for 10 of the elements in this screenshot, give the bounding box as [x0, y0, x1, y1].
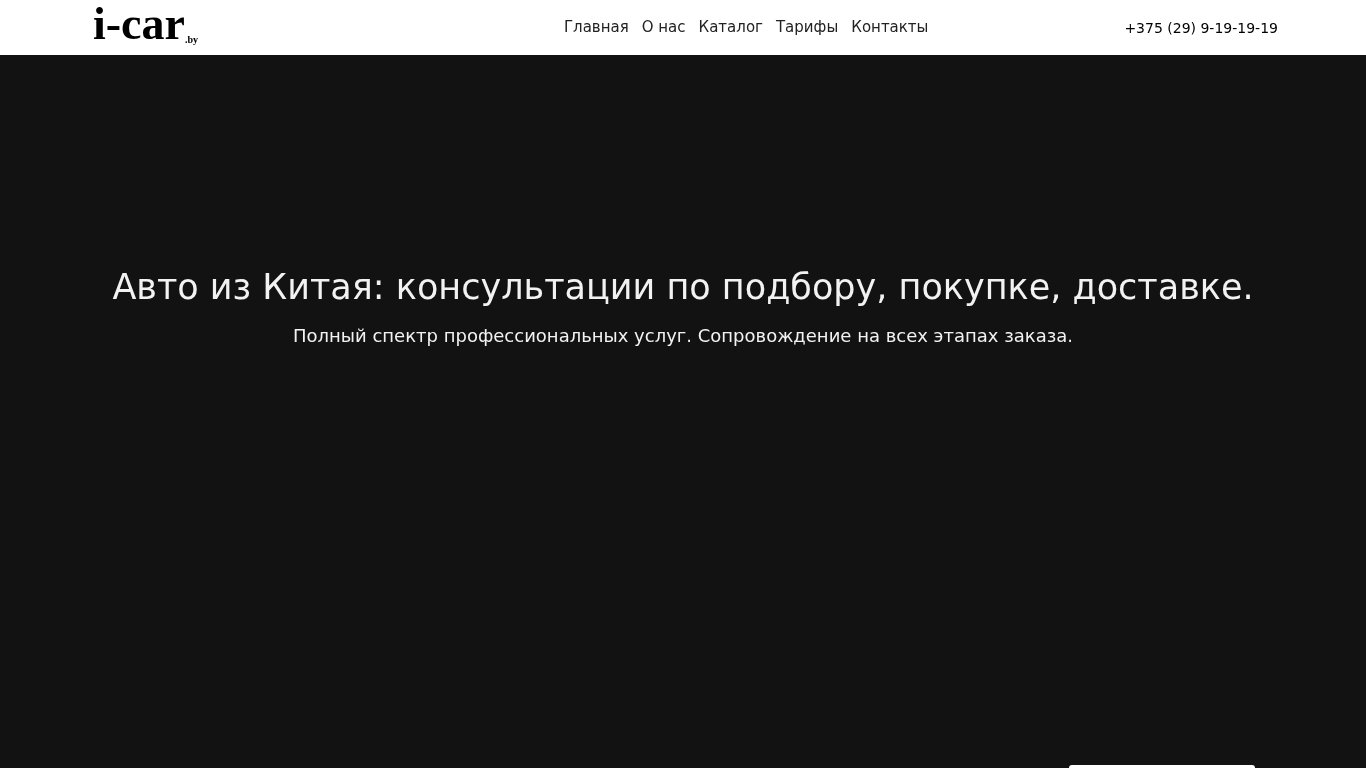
phone-link[interactable]: +375 (29) 9-19-19-19: [1124, 18, 1278, 39]
button[interactable]: [1069, 765, 1255, 768]
nav-link[interactable]: Контакты: [851, 16, 929, 39]
hero-subtitle: Полный спектр профессиональных услуг. Сопровождение на всех этапах заказа.: [293, 323, 1073, 348]
hero-title: Авто из Китая: консультации по подбору, покупке, доставке.: [112, 266, 1254, 309]
nav-link[interactable]: Каталог: [698, 16, 763, 39]
nav-link[interactable]: Тарифы: [775, 16, 839, 39]
nav-link[interactable]: Главная: [563, 16, 629, 39]
site-logo[interactable]: i-car.by: [93, 1, 198, 55]
nav-link[interactable]: О нас: [641, 16, 686, 39]
